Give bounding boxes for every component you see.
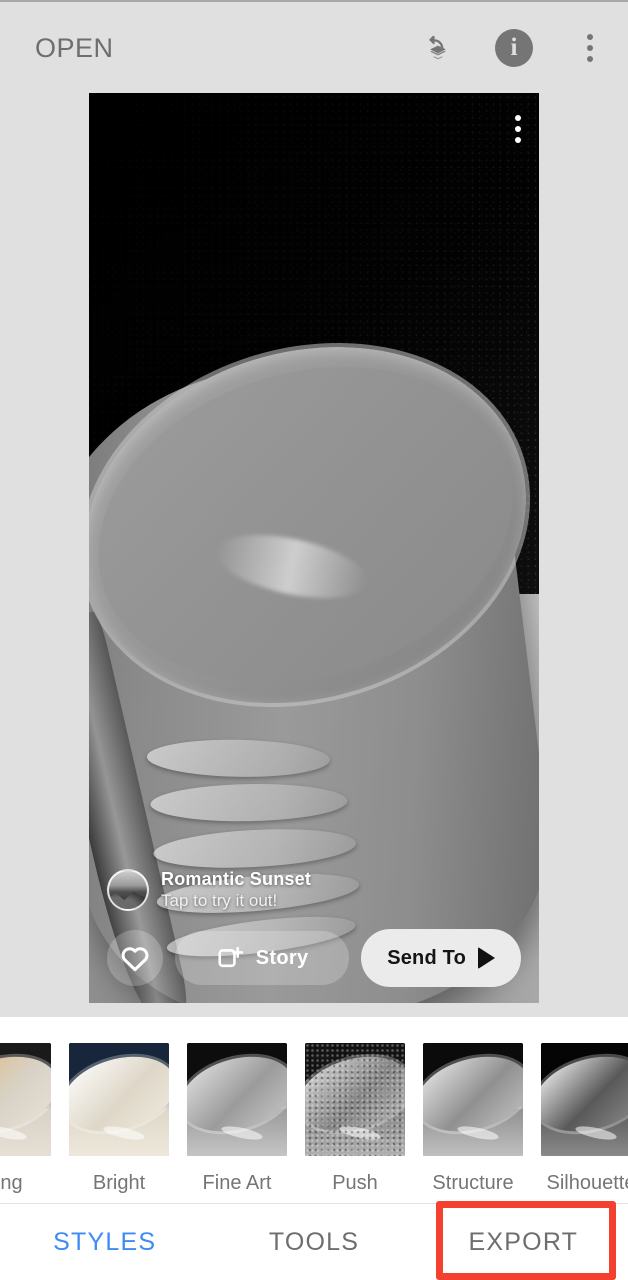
photo-cup-rib (146, 738, 331, 780)
style-thumbnail-item[interactable]: Bright (60, 1043, 178, 1195)
app-bar: OPEN i (0, 2, 628, 96)
story-button[interactable]: Story (175, 931, 350, 985)
photo-cup-rib (150, 782, 348, 824)
style-thumbnail-label: Bright (92, 1172, 146, 1194)
photo-preview[interactable]: Romantic Sunset Tap to try it out! Story (89, 93, 539, 1003)
kebab-dot (587, 34, 593, 40)
style-thumbnail-item[interactable]: Fine Art (178, 1043, 296, 1195)
add-to-story-icon (218, 946, 243, 968)
style-thumbnail-item[interactable]: ...ing (0, 1043, 60, 1195)
story-button-label: Story (255, 946, 309, 969)
info-icon-circle: i (495, 29, 533, 67)
style-thumbnail-image (0, 1043, 51, 1156)
style-thumbnail-label: Push (332, 1172, 378, 1194)
info-icon-glyph: i (510, 34, 518, 61)
avatar (107, 869, 149, 911)
thumb-grain-overlay (305, 1043, 405, 1156)
favorite-button[interactable] (107, 930, 163, 986)
photo-overflow-menu-icon[interactable] (515, 115, 521, 143)
heart-icon (121, 947, 149, 972)
style-thumbnail-label: ...ing (0, 1172, 23, 1194)
photo-image (89, 93, 539, 1003)
styles-thumbnail-strip[interactable]: ...ing Bright Fine Art Push Structure Silhoue… (0, 1017, 628, 1203)
kebab-dot (515, 115, 521, 121)
tab-export[interactable]: EXPORT (419, 1204, 628, 1280)
lens-promo-overlay: Romantic Sunset Tap to try it out! Story (89, 869, 539, 1003)
kebab-dots (587, 34, 593, 62)
style-thumbnail-image (541, 1043, 628, 1156)
kebab-dot (587, 45, 593, 51)
tab-tools[interactable]: TOOLS (209, 1204, 418, 1280)
style-thumbnail-label: Silhouette (546, 1172, 628, 1194)
lens-action-row: Story Send To (107, 929, 521, 987)
kebab-dot (587, 56, 593, 62)
send-arrow-icon (478, 947, 495, 969)
style-thumbnail-item[interactable]: Structure (414, 1043, 532, 1195)
tab-styles[interactable]: STYLES (0, 1204, 209, 1280)
styles-thumbnail-track: ...ing Bright Fine Art Push Structure Silhoue… (0, 1043, 628, 1195)
lens-subtitle: Tap to try it out! (161, 890, 278, 910)
lens-text-block: Romantic Sunset Tap to try it out! (161, 869, 311, 910)
send-to-button-label: Send To (387, 946, 466, 969)
revert-stack-icon[interactable] (414, 24, 462, 72)
overflow-menu-icon[interactable] (566, 24, 614, 72)
style-thumbnail-item[interactable]: Silhouette (532, 1043, 628, 1195)
style-thumbnail-image (305, 1043, 405, 1156)
kebab-dot (515, 137, 521, 143)
info-icon[interactable]: i (490, 24, 538, 72)
lens-info-row[interactable]: Romantic Sunset Tap to try it out! (107, 869, 521, 911)
page-title: OPEN (35, 33, 114, 63)
kebab-dot (515, 126, 521, 132)
style-thumbnail-item[interactable]: Push (296, 1043, 414, 1195)
editor-canvas-area: OPEN i Romantic Sunset Tap to try it out… (0, 0, 628, 1017)
style-thumbnail-image (423, 1043, 523, 1156)
bottom-tab-bar: STYLES TOOLS EXPORT (0, 1203, 628, 1280)
lens-title: Romantic Sunset (161, 869, 312, 890)
style-thumbnail-image (187, 1043, 287, 1156)
photo-cup-rib (153, 824, 358, 873)
style-thumbnail-label: Structure (432, 1172, 514, 1194)
send-to-button[interactable]: Send To (361, 929, 521, 987)
style-thumbnail-label: Fine Art (202, 1172, 272, 1194)
style-thumbnail-image (69, 1043, 169, 1156)
app-bar-actions: i (414, 24, 614, 72)
